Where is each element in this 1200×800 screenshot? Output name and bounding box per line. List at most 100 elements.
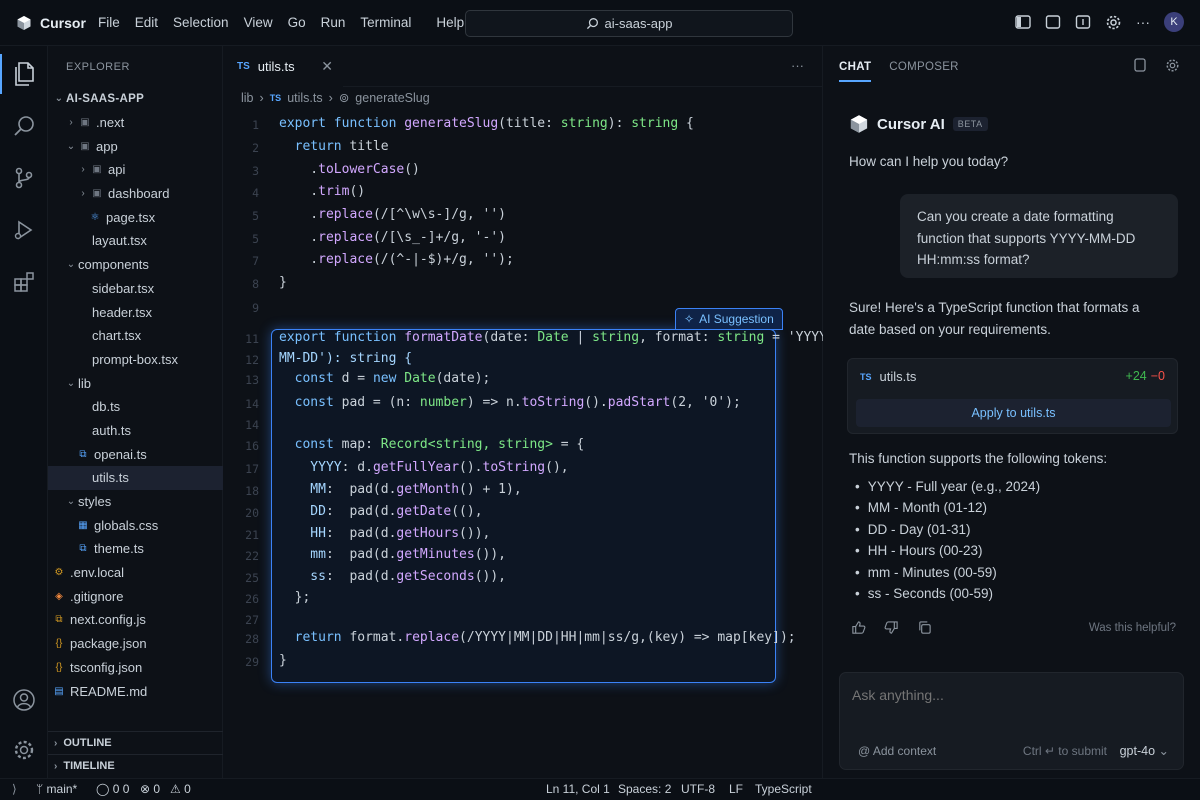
breadcrumb-symbol[interactable]: generateSlug [355, 91, 429, 105]
tree-file[interactable]: prompt-box.tsx [48, 348, 223, 372]
manage-activity[interactable] [0, 726, 48, 774]
sync-icon: ◯ [96, 782, 110, 796]
tree-file[interactable]: auth.ts [48, 419, 223, 443]
tree-folder[interactable]: › ▣ .next [48, 111, 223, 135]
code-line: DD: pad(d.getDate((), [279, 504, 482, 519]
menu-go[interactable]: Go [288, 15, 306, 30]
tree-file[interactable]: sidebar.tsx [48, 277, 223, 301]
toggle-panel-icon[interactable] [1045, 14, 1061, 30]
tree-folder[interactable]: ⌄ styles [48, 490, 223, 514]
extensions-activity[interactable] [0, 258, 48, 306]
folder-icon: ▣ [80, 117, 90, 129]
tree-file[interactable]: ▦ globals.css [48, 513, 223, 537]
thumbs-down-icon[interactable] [884, 620, 899, 635]
toggle-sidebar-icon[interactable] [1015, 14, 1031, 30]
menu-terminal[interactable]: Terminal [360, 15, 411, 30]
source-control-activity[interactable] [0, 154, 48, 202]
json-icon: {} [55, 638, 63, 650]
tree-root[interactable]: ⌄ AI-SAAS-APP [48, 87, 223, 111]
errors-status[interactable]: ⊗ 0 [140, 782, 160, 796]
tree-file[interactable]: {} tsconfig.json [48, 656, 223, 680]
tab-utils-ts[interactable]: TS utils.ts ✕ [223, 45, 343, 87]
tree-folder[interactable]: ⌄ components [48, 253, 223, 277]
folder-icon: ▣ [80, 140, 90, 152]
code-token: : d. [341, 460, 373, 475]
breadcrumb-folder[interactable]: lib [241, 91, 254, 105]
explorer-activity[interactable] [0, 50, 48, 98]
search-activity[interactable] [0, 102, 48, 150]
line-number: 4 [252, 186, 259, 200]
tree-file[interactable]: ⚙ .env.local [48, 561, 223, 585]
more-icon[interactable]: ··· [791, 58, 804, 73]
model-selector[interactable]: gpt-4o ⌄ [1120, 743, 1169, 758]
line-number: 26 [245, 592, 259, 606]
tree-folder[interactable]: ⌄ ▣ app [48, 134, 223, 158]
settings-gear-icon[interactable] [1105, 14, 1122, 31]
code-token: (/[\s_-]+/g, '-') [372, 230, 506, 245]
warnings-count: 0 [184, 782, 191, 796]
code-token: (/(^-|-$)+/g, ''); [372, 252, 514, 267]
tree-file[interactable]: layaut.tsx [48, 229, 223, 253]
sync-status[interactable]: ◯ 0 0 [96, 782, 129, 796]
remote-icon[interactable]: ⟩ [12, 782, 17, 796]
line-endings[interactable]: LF [729, 782, 743, 796]
menu-edit[interactable]: Edit [135, 15, 158, 30]
tree-folder[interactable]: ⌄ lib [48, 371, 223, 395]
menu-help[interactable]: Help [436, 15, 464, 30]
breadcrumb-file[interactable]: utils.ts [287, 91, 322, 105]
chat-input[interactable] [852, 687, 1033, 703]
apply-button[interactable]: Apply to utils.ts [856, 399, 1171, 427]
timeline-section[interactable]: › TIMELINE [48, 754, 223, 777]
ts-file-icon: ⧉ [79, 448, 87, 460]
new-chat-icon[interactable] [1133, 58, 1147, 72]
add-context-button[interactable]: @ Add context [858, 744, 936, 758]
language-mode[interactable]: TypeScript [755, 782, 812, 796]
warnings-status[interactable]: ⚠ 0 [170, 782, 191, 796]
avatar[interactable]: K [1164, 12, 1184, 32]
line-number: 11 [245, 332, 259, 346]
model-name: gpt-4o [1119, 744, 1156, 758]
gear-icon[interactable] [1165, 58, 1180, 73]
command-search[interactable]: ai-saas-app [465, 10, 793, 37]
tokens-list: YYYY - Full year (e.g., 2024) MM - Month… [855, 476, 1040, 604]
encoding[interactable]: UTF-8 [681, 782, 715, 796]
toggle-secondary-sidebar-icon[interactable] [1075, 14, 1091, 30]
tree-folder[interactable]: › ▣ api [48, 158, 223, 182]
tree-file[interactable]: utils.ts [48, 466, 223, 490]
tokens-intro: This function supports the following tok… [849, 451, 1108, 466]
user-message: Can you create a date formatting functio… [900, 194, 1178, 278]
outline-section[interactable]: › OUTLINE [48, 731, 223, 754]
menu-file[interactable]: File [98, 15, 120, 30]
cursor-position[interactable]: Ln 11, Col 1 [546, 782, 610, 796]
tree-item-label: .gitignore [70, 588, 124, 604]
indentation[interactable]: Spaces: 2 [618, 782, 671, 796]
more-icon[interactable]: ··· [1136, 14, 1150, 30]
list-item: HH - Hours (00-23) [855, 540, 1040, 561]
tree-file[interactable]: chart.tsx [48, 324, 223, 348]
menu-selection[interactable]: Selection [173, 15, 229, 30]
tree-file[interactable]: {} package.json [48, 632, 223, 656]
menu-run[interactable]: Run [321, 15, 346, 30]
lines-removed: −0 [1150, 369, 1165, 383]
tree-file[interactable]: db.ts [48, 395, 223, 419]
helpful-prompt[interactable]: Was this helpful? [1089, 622, 1176, 634]
tab-composer[interactable]: COMPOSER [889, 61, 959, 82]
close-icon[interactable]: ✕ [321, 58, 333, 75]
tab-chat[interactable]: CHAT [839, 61, 872, 82]
tree-file[interactable]: ⧉ openai.ts [48, 442, 223, 466]
code-token: } [279, 275, 287, 290]
code-token: format. [341, 630, 405, 645]
tree-file[interactable]: header.tsx [48, 300, 223, 324]
branch-status[interactable]: ᛘ main* [36, 782, 77, 796]
tree-file[interactable]: ⧉ theme.ts [48, 537, 223, 561]
run-debug-activity[interactable] [0, 206, 48, 254]
thumbs-up-icon[interactable] [851, 620, 866, 635]
tree-file[interactable]: ▤ README.md [48, 679, 223, 703]
menu-view[interactable]: View [244, 15, 273, 30]
tree-file[interactable]: ⧉ next.config.js [48, 608, 223, 632]
account-activity[interactable] [0, 676, 48, 724]
copy-icon[interactable] [917, 620, 932, 635]
tree-file[interactable]: ⚛ page.tsx [48, 205, 223, 229]
tree-folder[interactable]: › ▣ dashboard [48, 182, 223, 206]
tree-file[interactable]: ◈ .gitignore [48, 584, 223, 608]
